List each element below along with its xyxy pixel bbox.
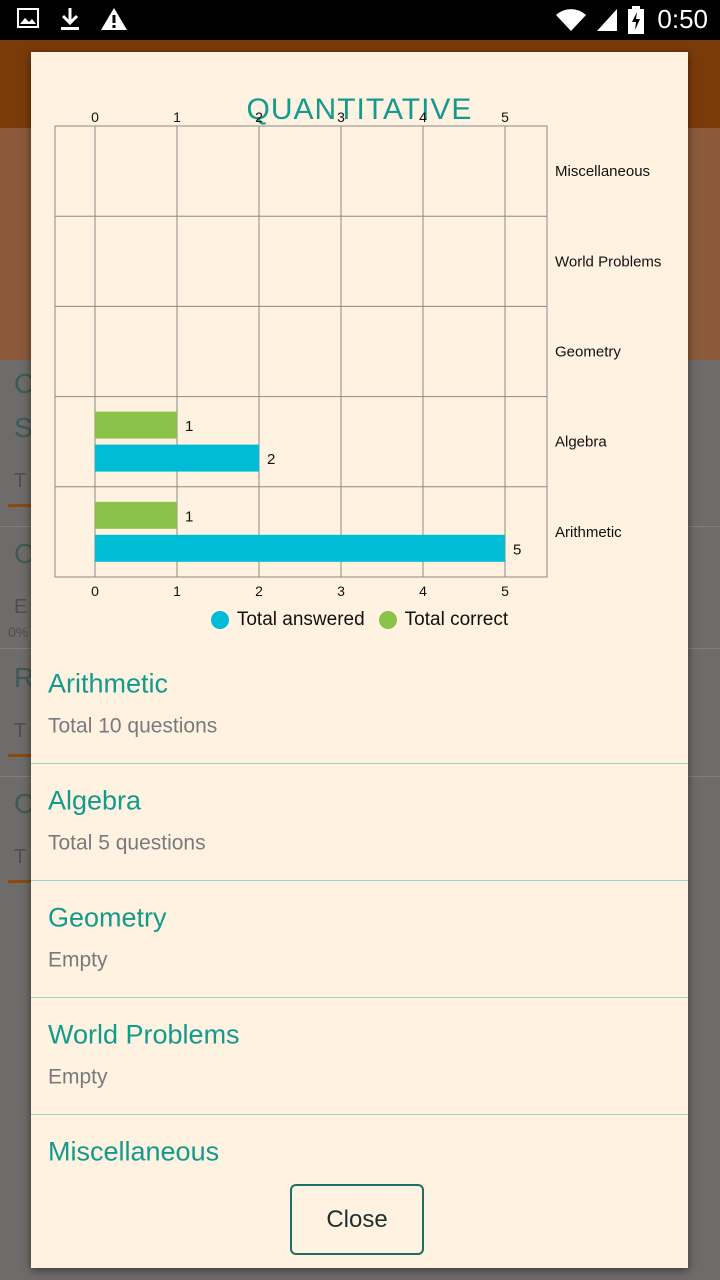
status-bar: 0:50: [0, 0, 720, 40]
wifi-icon: [556, 8, 587, 31]
data-label: 5: [513, 541, 521, 558]
category-subtitle: Empty: [48, 948, 108, 972]
background-fragment: T: [14, 470, 27, 492]
category-bar-chart: 0 0 1 1 2 2 3 3 4 4 5 5 Miscellaneous World Problems G…: [54, 109, 661, 599]
background-fragment: T: [14, 720, 27, 742]
legend-dot-total-correct: [378, 611, 397, 629]
close-button[interactable]: Close: [290, 1184, 424, 1255]
image-icon: [17, 8, 39, 28]
y-category-label: Miscellaneous: [555, 163, 650, 180]
x-tick-label-top: 1: [173, 109, 181, 125]
category-subtitle: Total 5 questions: [48, 831, 206, 855]
status-time: 0:50: [657, 4, 708, 34]
x-tick-label-top: 3: [337, 109, 345, 125]
x-tick-label-bottom: 5: [501, 583, 509, 599]
legend-label-total-answered: Total answered: [236, 609, 365, 630]
legend-item-total-answered: Total answered: [210, 609, 365, 631]
category-item-algebra[interactable]: Algebra Total 5 questions: [31, 763, 688, 881]
legend-label-total-correct: Total correct: [404, 609, 509, 630]
x-tick-label-top: 5: [501, 109, 509, 125]
category-title: Algebra: [48, 785, 142, 816]
category-title: Arithmetic: [48, 668, 169, 699]
bar-total-answered: [95, 444, 259, 472]
x-tick-label-bottom: 3: [337, 583, 345, 599]
x-tick-label-top: 0: [91, 109, 99, 125]
background-fragment: T: [14, 846, 27, 868]
x-tick-label-bottom: 0: [91, 583, 99, 599]
data-label: 1: [185, 508, 193, 525]
signal-icon: [597, 8, 618, 31]
category-title: Miscellaneous: [48, 1136, 220, 1167]
x-tick-label-bottom: 4: [419, 583, 427, 599]
download-icon: [61, 8, 79, 30]
category-item-world-problems[interactable]: World Problems Empty: [31, 997, 688, 1115]
bar-total-answered: [95, 534, 505, 562]
category-title: World Problems: [48, 1019, 240, 1050]
battery-charging-icon: [628, 5, 645, 34]
x-tick-label-top: 2: [255, 109, 263, 125]
y-category-label: Geometry: [555, 344, 621, 361]
category-subtitle: Total 10 questions: [48, 714, 218, 738]
stats-dialog: QUANTITATIVE 0 0 1 1 2 2 3 3 4 4 5 5 Miscellaneous Wo…: [31, 52, 688, 1268]
y-category-label: Algebra: [555, 434, 607, 451]
legend-item-total-correct: Total correct: [378, 609, 509, 631]
background-fragment: S: [14, 412, 33, 443]
x-tick-label-bottom: 1: [173, 583, 181, 599]
y-category-label: Arithmetic: [555, 524, 622, 541]
data-label: 2: [267, 451, 275, 468]
y-category-label: World Problems: [555, 253, 661, 270]
x-tick-label-top: 4: [419, 109, 427, 125]
chart-legend: Total answered Total correct: [31, 608, 688, 632]
bar-total-correct: [95, 501, 177, 529]
background-fragment: E: [14, 596, 28, 618]
category-item-geometry[interactable]: Geometry Empty: [31, 880, 688, 998]
x-tick-label-bottom: 2: [255, 583, 263, 599]
category-subtitle: Empty: [48, 1065, 108, 1089]
background-fragment: 0%: [8, 624, 29, 640]
category-item-arithmetic[interactable]: Arithmetic Total 10 questions: [31, 646, 688, 764]
data-label: 1: [185, 418, 193, 435]
warning-icon: [101, 8, 127, 30]
bar-total-correct: [95, 411, 177, 439]
category-title: Geometry: [48, 902, 167, 933]
legend-dot-total-answered: [210, 611, 229, 629]
